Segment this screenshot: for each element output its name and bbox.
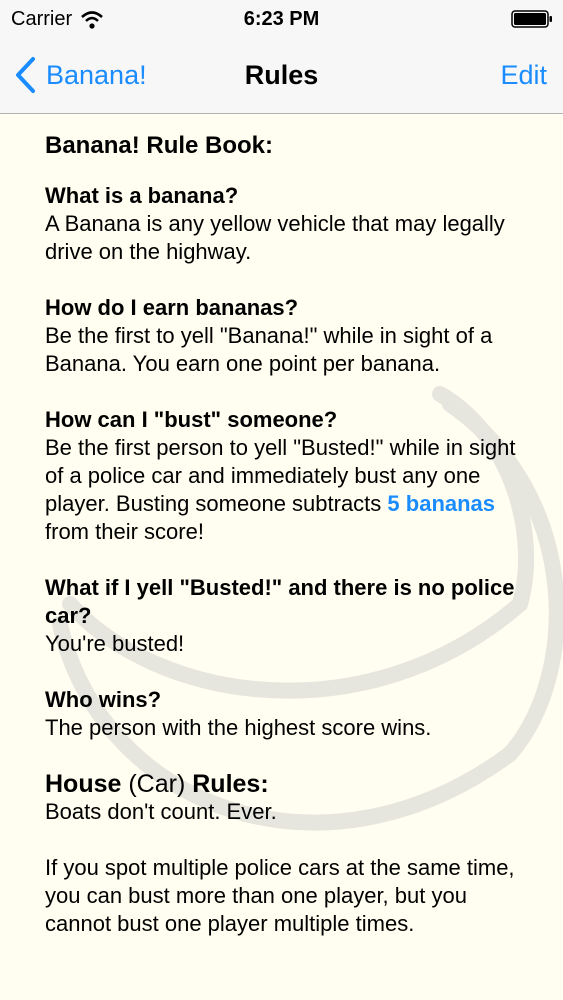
- page-title: Rules: [244, 60, 319, 90]
- rule-section: How do I earn bananas? Be the first to y…: [45, 294, 525, 378]
- navigation-bar: Banana! Rules Edit: [0, 40, 563, 114]
- edit-button[interactable]: Edit: [500, 60, 547, 91]
- rule-answer: You're busted!: [45, 631, 185, 656]
- status-bar: Carrier 6:23 PM: [0, 0, 563, 40]
- rule-question: How can I "bust" someone?: [45, 407, 338, 432]
- rule-answer: Be the first person to yell "Busted!" wh…: [45, 434, 525, 546]
- rule-section: Who wins? The person with the highest sc…: [45, 686, 525, 742]
- rule-question: What is a banana?: [45, 183, 239, 208]
- rule-book: Banana! Rule Book: What is a banana? A B…: [45, 132, 525, 938]
- rule-section: What if I yell "Busted!" and there is no…: [45, 574, 525, 658]
- rule-answer: A Banana is any yellow vehicle that may …: [45, 211, 505, 264]
- house-rules-heading: House (Car) Rules:: [45, 770, 525, 798]
- rule-question: How do I earn bananas?: [45, 295, 299, 320]
- rule-answer-text: from their score!: [45, 519, 204, 544]
- rules-content[interactable]: Banana! Rule Book: What is a banana? A B…: [0, 114, 563, 1000]
- battery-icon: [511, 10, 552, 28]
- house-rules-suffix: Rules:: [192, 770, 269, 798]
- rule-answer: The person with the highest score wins.: [45, 715, 432, 740]
- house-rules-car: (Car): [128, 770, 186, 798]
- clock: 6:23 PM: [243, 8, 320, 30]
- rule-section: What is a banana? A Banana is any yellow…: [45, 182, 525, 266]
- rule-question: What if I yell "Busted!" and there is no…: [45, 575, 515, 628]
- house-rules-word: House: [45, 770, 122, 798]
- rule-question: Who wins?: [45, 687, 162, 712]
- house-rule: Boats don't count. Ever.: [45, 799, 277, 824]
- rule-book-title: Banana! Rule Book:: [45, 132, 274, 159]
- house-rule: If you spot multiple police cars at the …: [45, 855, 515, 936]
- rule-section: How can I "bust" someone? Be the first p…: [45, 406, 525, 546]
- rule-answer: Be the first to yell "Banana!" while in …: [45, 323, 493, 376]
- bust-penalty-link[interactable]: 5 bananas: [387, 491, 495, 516]
